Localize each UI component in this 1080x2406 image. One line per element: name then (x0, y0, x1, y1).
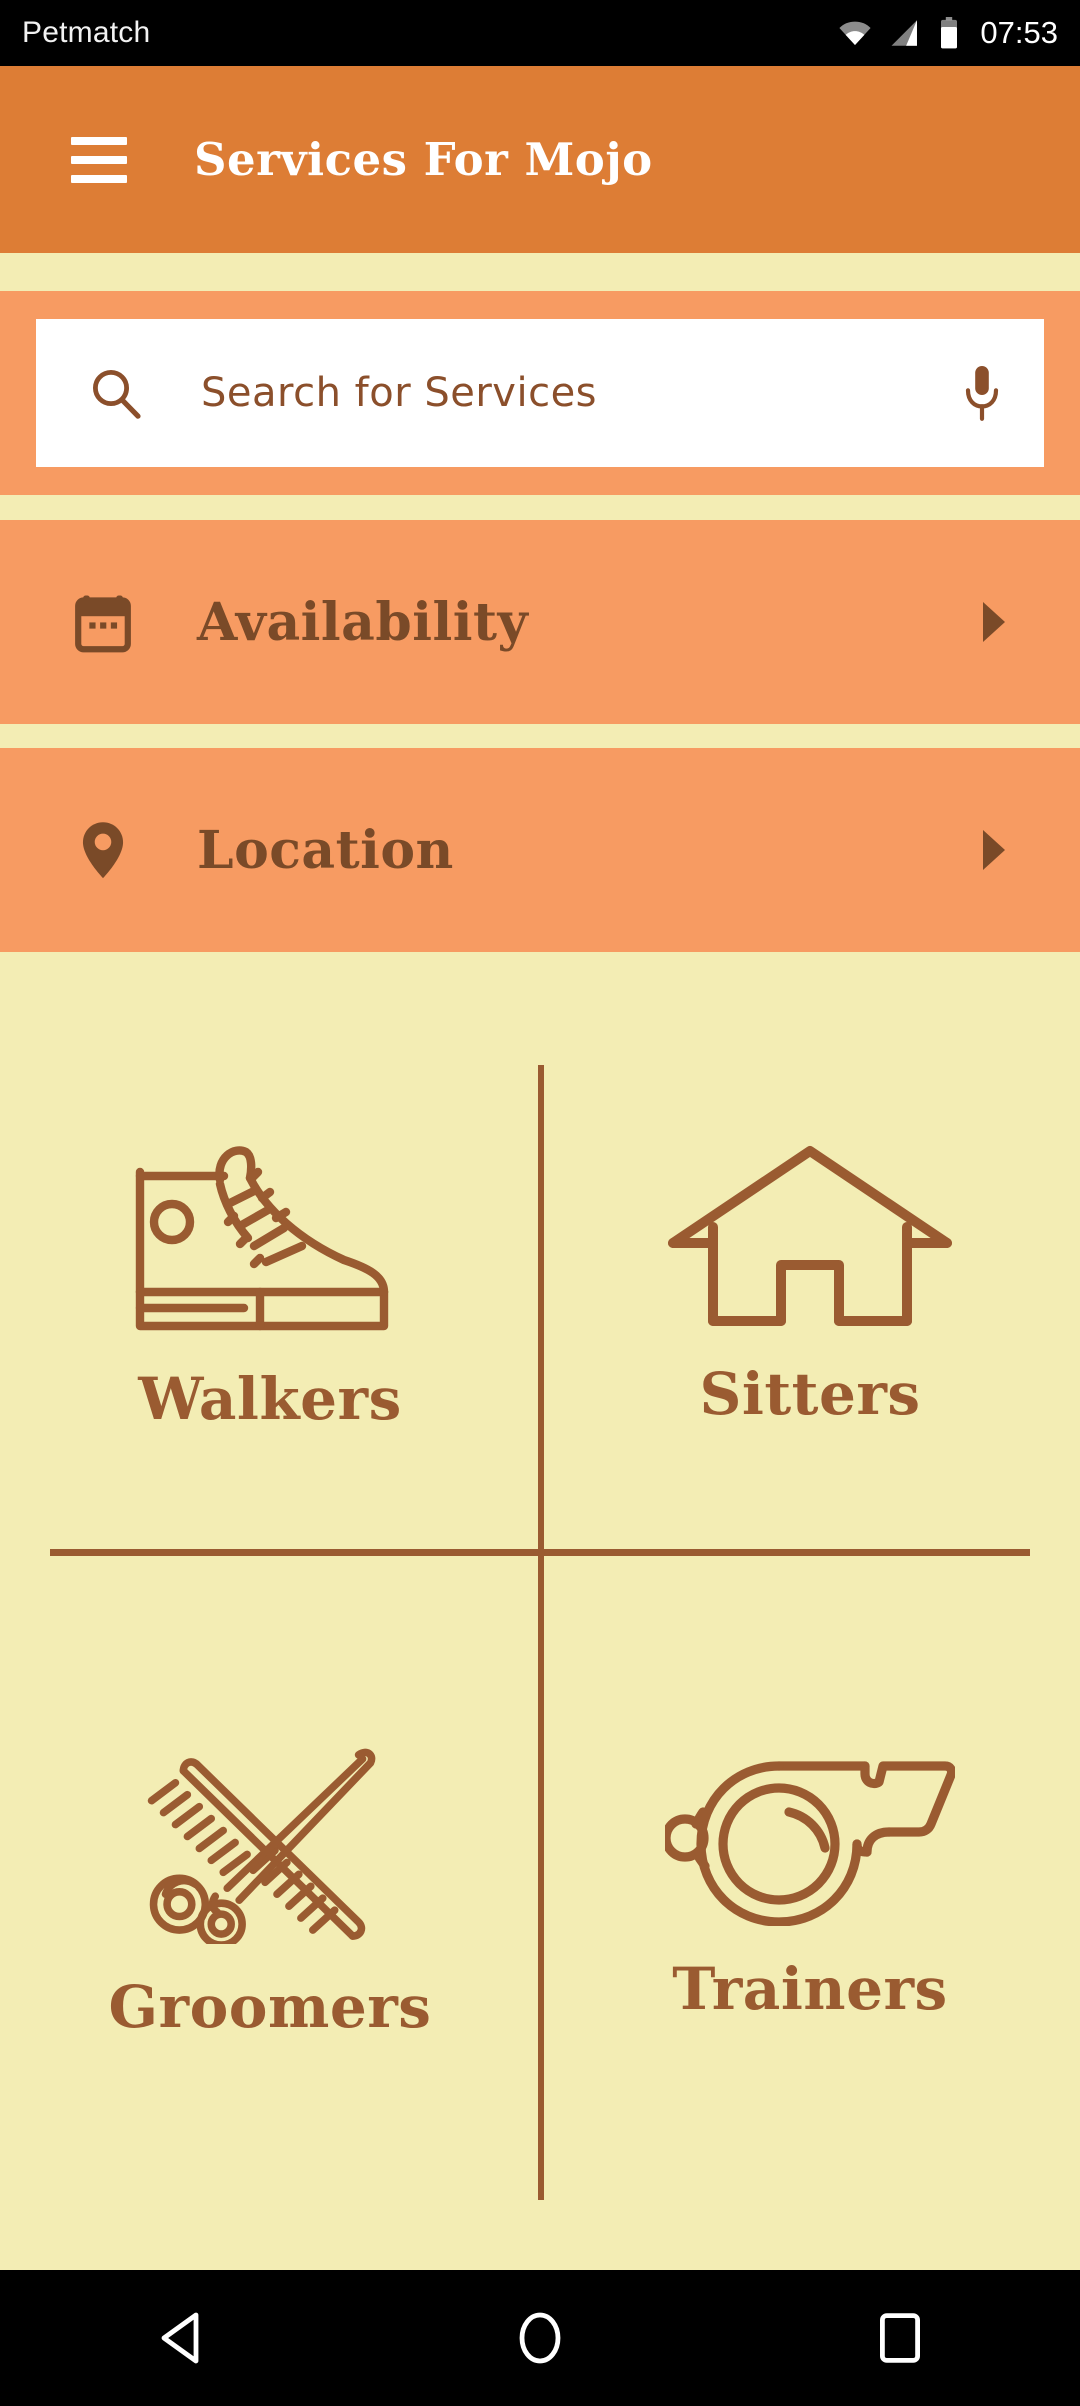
service-label-groomers: Groomers (108, 1972, 432, 2041)
map-pin-icon (82, 822, 124, 879)
app-bar: Services For Mojo (0, 66, 1080, 253)
wifi-icon (839, 21, 872, 46)
status-bar: Petmatch 07:53 (0, 0, 1080, 66)
calendar-icon (75, 595, 131, 653)
search-section: Search for Services (0, 291, 1080, 495)
nav-home-button[interactable] (480, 2278, 600, 2398)
status-app-name: Petmatch (22, 16, 151, 49)
hamburger-line (71, 174, 127, 183)
search-input[interactable]: Search for Services (201, 370, 962, 416)
filter-row-location[interactable]: Location (0, 748, 1080, 952)
services-grid: Walkers Sitters Groomers Trainers (0, 952, 1080, 2270)
service-tile-sitters[interactable]: Sitters (540, 1012, 1080, 1552)
hamburger-menu-icon[interactable] (71, 136, 127, 183)
status-clock: 07:53 (980, 15, 1058, 50)
recents-square-icon (880, 2313, 921, 2363)
back-triangle-icon (161, 2312, 199, 2364)
battery-icon (941, 17, 958, 49)
whistle-icon (665, 1761, 955, 1926)
chevron-right-icon[interactable] (981, 600, 1007, 644)
search-icon[interactable] (90, 367, 142, 419)
sneaker-icon (135, 1146, 389, 1331)
service-label-walkers: Walkers (138, 1365, 402, 1433)
app-screen: Petmatch 07:53 Services For Mojo Search … (0, 0, 1080, 2406)
nav-back-button[interactable] (120, 2278, 240, 2398)
android-nav-bar (0, 2270, 1080, 2406)
cell-signal-icon (891, 20, 918, 46)
home-circle-icon (519, 2312, 561, 2364)
filter-row-availability[interactable]: Availability (0, 520, 1080, 724)
hamburger-line (71, 136, 127, 145)
service-tile-walkers[interactable]: Walkers (0, 1012, 540, 1552)
search-bar[interactable]: Search for Services (36, 319, 1044, 467)
service-tile-trainers[interactable]: Trainers (540, 1612, 1080, 2152)
house-icon (668, 1146, 952, 1326)
service-label-trainers: Trainers (672, 1955, 948, 2023)
filter-label-availability: Availability (197, 591, 529, 653)
filter-label-location: Location (197, 819, 454, 881)
scissors-comb-icon (147, 1748, 376, 1944)
status-icons: 07:53 (838, 15, 1058, 51)
page-title: Services For Mojo (194, 133, 653, 186)
service-label-sitters: Sitters (699, 1360, 921, 1428)
hamburger-line (71, 155, 127, 164)
service-tile-groomers[interactable]: Groomers (0, 1612, 540, 2152)
nav-recents-button[interactable] (840, 2278, 960, 2398)
chevron-right-icon[interactable] (981, 828, 1007, 872)
microphone-icon[interactable] (962, 364, 1002, 422)
